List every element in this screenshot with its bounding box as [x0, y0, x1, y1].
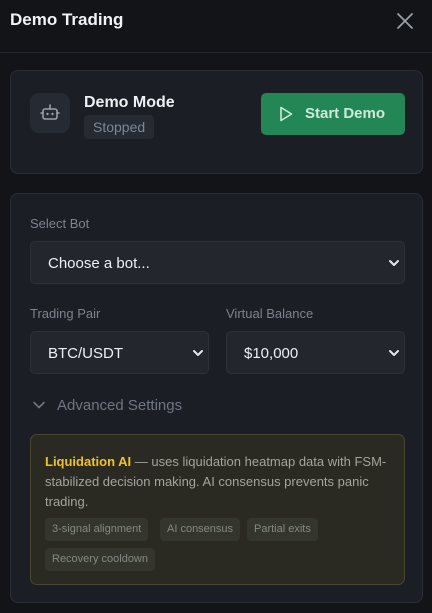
start-demo-button[interactable]: Start Demo	[261, 93, 405, 135]
status-badge: Stopped	[84, 115, 155, 139]
strategy-name: Liquidation AI	[45, 454, 132, 469]
demo-mode-card: Demo Mode Stopped Start Demo	[10, 70, 423, 174]
chevron-down-icon	[193, 350, 203, 356]
chevron-down-icon	[33, 401, 45, 409]
chevron-down-icon	[389, 350, 399, 356]
chevron-down-icon	[389, 260, 399, 266]
robot-icon	[40, 104, 60, 120]
play-icon	[280, 106, 293, 122]
panel-header: Demo Trading	[0, 0, 432, 53]
close-icon	[397, 13, 413, 29]
trading-pair-label: Trading Pair	[30, 306, 101, 321]
advanced-settings-label: Advanced Settings	[57, 397, 183, 414]
select-bot-label: Select Bot	[30, 216, 90, 231]
virtual-balance-label: Virtual Balance	[226, 306, 314, 321]
trading-pair-select[interactable]: BTC/USDT	[30, 331, 209, 374]
strategy-description: Liquidation AI — uses liquidation heatma…	[45, 452, 395, 512]
bot-select-value: Choose a bot...	[48, 255, 150, 272]
virtual-balance-value: $10,000	[244, 345, 299, 362]
strategy-info-box: Liquidation AI — uses liquidation heatma…	[30, 434, 405, 585]
settings-card: Select Bot Choose a bot... Trading Pair …	[10, 193, 423, 603]
feature-tag: Recovery cooldown	[45, 548, 155, 571]
advanced-settings-toggle[interactable]: Advanced Settings	[30, 395, 210, 417]
panel-title: Demo Trading	[10, 10, 124, 29]
mode-title: Demo Mode	[84, 94, 175, 111]
start-demo-label: Start Demo	[305, 105, 386, 122]
bot-avatar	[30, 93, 70, 133]
trading-pair-value: BTC/USDT	[48, 345, 123, 362]
feature-tag: 3-signal alignment	[45, 518, 149, 541]
bot-select[interactable]: Choose a bot...	[30, 241, 405, 284]
close-button[interactable]	[395, 11, 415, 31]
virtual-balance-select[interactable]: $10,000	[226, 331, 405, 374]
demo-trading-panel: Demo Trading Demo Mode Stopped Start Dem	[0, 0, 432, 613]
feature-tag: Partial exits	[247, 518, 318, 541]
feature-tag: AI consensus	[160, 518, 241, 541]
